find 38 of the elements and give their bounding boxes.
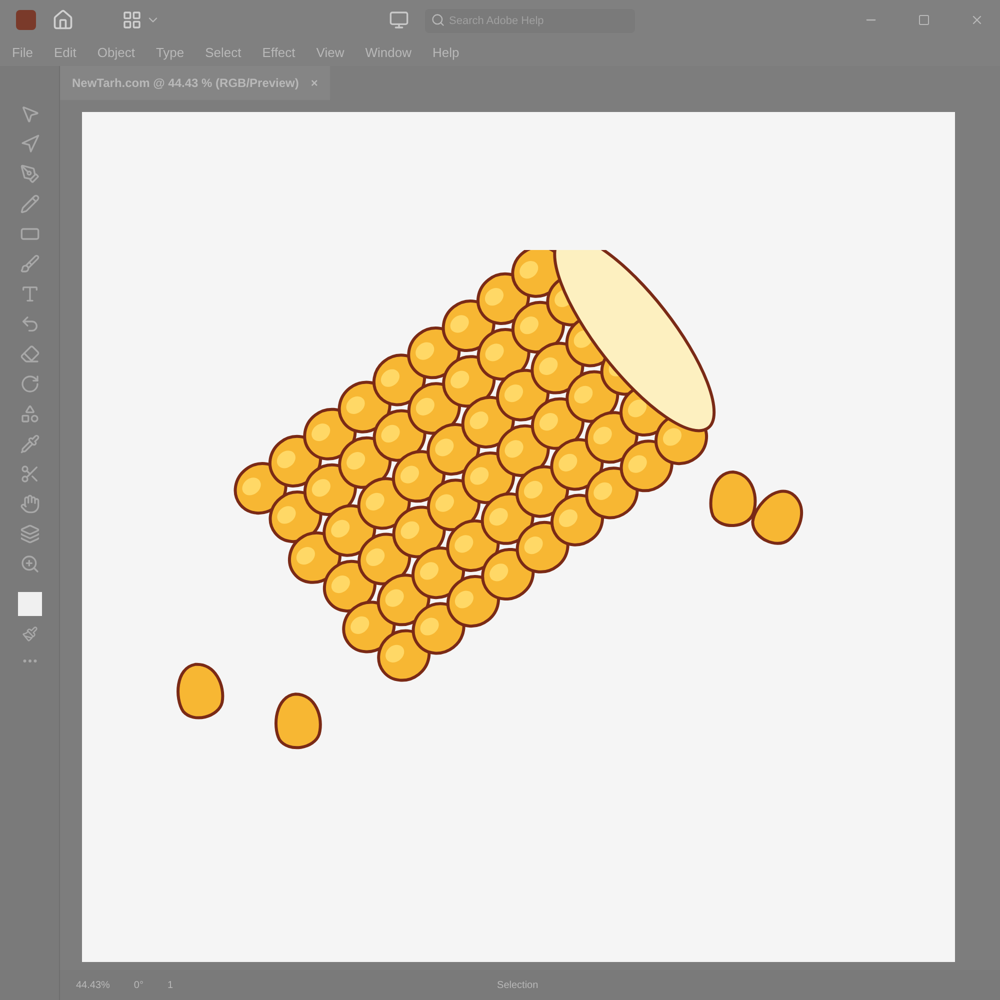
menu-item[interactable]: File [12, 43, 33, 63]
direct-selection-icon[interactable] [20, 104, 40, 124]
hand-icon[interactable] [20, 494, 40, 514]
app-logo-icon[interactable] [16, 10, 36, 30]
layers-icon[interactable] [20, 524, 40, 544]
menu-item[interactable]: Edit [54, 43, 76, 63]
artboard-number[interactable]: 1 [167, 978, 174, 992]
brush-icon[interactable] [20, 254, 40, 274]
menu-item[interactable]: Window [365, 43, 412, 63]
menu-item[interactable]: Type [156, 43, 184, 63]
rotation-value[interactable]: 0° [134, 978, 144, 992]
shapes-icon[interactable] [20, 404, 40, 424]
menu-item[interactable]: Effect [262, 43, 296, 63]
pencil-icon[interactable] [20, 194, 40, 214]
pen-icon[interactable] [20, 164, 40, 184]
eraser-icon[interactable] [20, 344, 40, 364]
workspace-icon[interactable] [122, 10, 142, 30]
curve-icon[interactable] [20, 314, 40, 334]
tab-close[interactable]: × [310, 74, 318, 92]
arrange-icon[interactable] [389, 10, 409, 30]
search-icon [431, 12, 445, 26]
zoom-level[interactable]: 44.43% [76, 978, 110, 992]
scissors-icon[interactable] [20, 464, 40, 484]
fill-swatch[interactable] [18, 592, 42, 616]
type-icon[interactable] [20, 284, 40, 304]
menu-item[interactable]: Object [97, 43, 135, 63]
menu-item[interactable]: Select [205, 43, 242, 63]
close-icon[interactable] [970, 13, 984, 27]
maximize-icon[interactable] [918, 14, 930, 26]
zoom-icon[interactable] [20, 554, 40, 574]
menu-item[interactable]: View [316, 43, 344, 63]
home-icon[interactable] [52, 9, 74, 31]
menu-item[interactable]: Help [432, 43, 460, 63]
selection-icon[interactable] [20, 134, 40, 154]
rotate-icon[interactable] [20, 374, 40, 394]
eyedropper-icon[interactable] [20, 434, 40, 454]
current-tool: Selection [497, 978, 538, 992]
paint-icon[interactable] [22, 626, 38, 642]
